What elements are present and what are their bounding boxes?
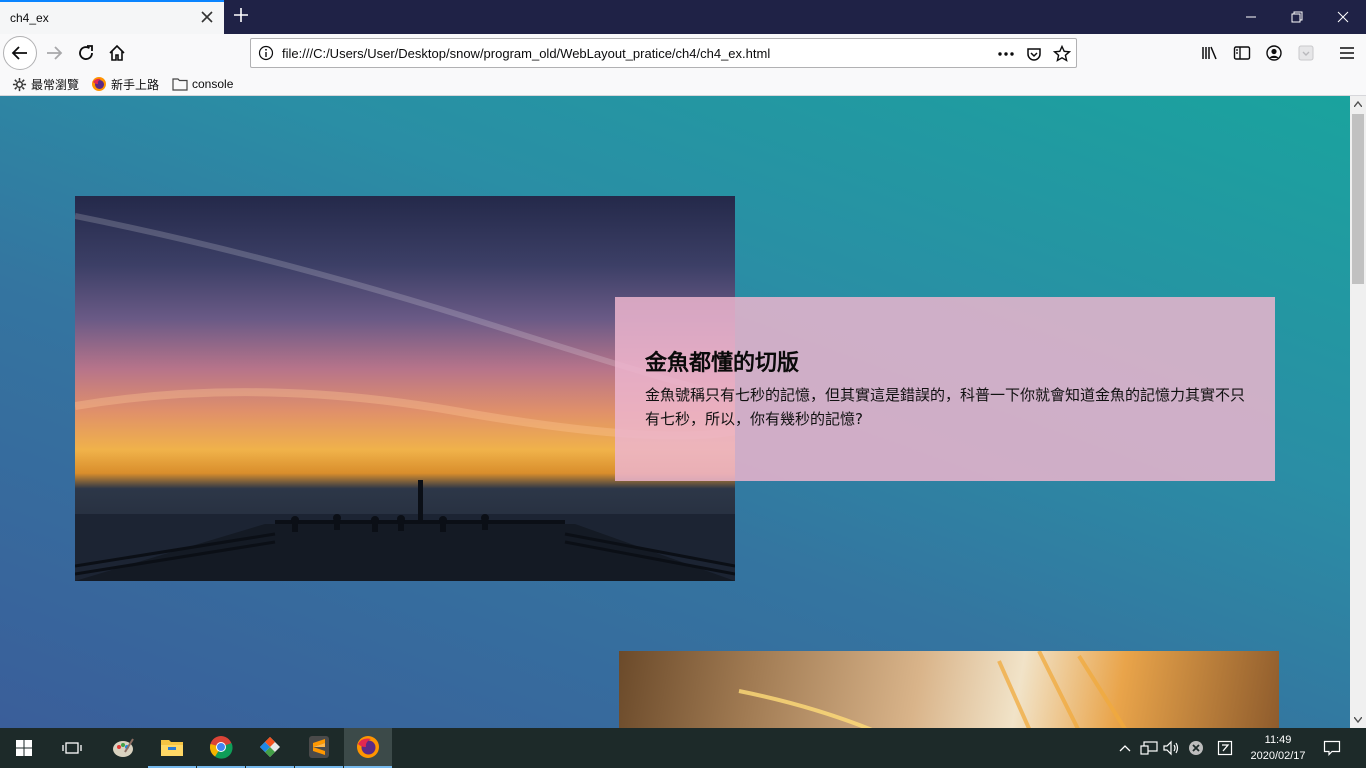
url-text[interactable]: file:///C:/Users/User/Desktop/snow/progr… <box>282 46 770 61</box>
firefox-icon <box>357 736 379 758</box>
info-icon[interactable] <box>258 45 274 61</box>
folder-icon <box>161 740 183 756</box>
windows-taskbar: 11:49 2020/02/17 <box>0 728 1366 768</box>
folder-icon <box>172 78 188 91</box>
forward-arrow-icon <box>47 46 63 60</box>
sublime-text-icon <box>309 736 329 758</box>
restore-button[interactable] <box>1274 0 1320 34</box>
pocket-icon[interactable] <box>1025 45 1043 63</box>
error-status-icon[interactable] <box>1186 738 1206 758</box>
new-tab-button[interactable] <box>229 4 253 30</box>
show-hidden-icons-chevron-icon[interactable] <box>1115 738 1135 758</box>
action-center-icon[interactable] <box>1322 738 1342 758</box>
sidebar-icon[interactable] <box>1232 43 1252 63</box>
info-card: 金魚都懂的切版 金魚號稱只有七秒的記憶，但其實這是錯誤的，科普一下你就會知道金魚… <box>615 297 1275 481</box>
scrollbar-thumb[interactable] <box>1352 114 1364 284</box>
minimize-button[interactable] <box>1228 0 1274 34</box>
reload-icon <box>79 45 93 60</box>
firefox-icon <box>92 77 106 91</box>
bookmark-label: 最常瀏覽 <box>31 77 80 92</box>
bookmark-getting-started[interactable]: 新手上路 <box>91 75 159 93</box>
paint-palette-icon <box>113 738 134 757</box>
system-clock[interactable]: 11:49 2020/02/17 <box>1244 732 1312 764</box>
sublime-text-app[interactable] <box>295 728 343 768</box>
vertical-scrollbar[interactable] <box>1350 96 1366 728</box>
page-content: 金魚都懂的切版 金魚號稱只有七秒的記憶，但其實這是錯誤的，科普一下你就會知道金魚… <box>0 96 1350 728</box>
volume-icon[interactable] <box>1162 738 1182 758</box>
bookmark-most-visited[interactable]: 最常瀏覽 <box>12 75 79 93</box>
clock-time: 11:49 <box>1264 734 1292 746</box>
clock-date: 2020/02/17 <box>1250 750 1306 762</box>
chrome-app[interactable] <box>197 728 245 768</box>
start-button[interactable] <box>0 728 48 768</box>
tab-title: ch4_ex <box>10 11 49 25</box>
plant-closeup-photo <box>619 651 1279 728</box>
bookmarks-toolbar: 最常瀏覽 新手上路 console <box>0 72 1366 96</box>
task-view-icon <box>62 742 82 754</box>
home-button[interactable] <box>101 37 133 69</box>
account-icon[interactable] <box>1264 43 1284 63</box>
bookmark-star-icon[interactable] <box>1053 45 1071 63</box>
back-arrow-icon <box>11 46 27 60</box>
task-view-button[interactable] <box>48 728 96 768</box>
bookmark-console-folder[interactable]: console <box>172 75 233 93</box>
close-tab-icon[interactable] <box>198 9 216 27</box>
tab-ch4-ex[interactable]: ch4_ex <box>0 0 224 34</box>
windows-logo-icon <box>16 740 32 756</box>
git-diamond-icon <box>260 737 280 757</box>
card-text: 金魚號稱只有七秒的記憶，但其實這是錯誤的，科普一下你就會知道金魚的記憶力其實不只… <box>645 386 1246 428</box>
navigation-toolbar: file:///C:/Users/User/Desktop/snow/progr… <box>0 34 1366 72</box>
menu-icon[interactable] <box>1337 43 1357 63</box>
forward-button[interactable] <box>38 37 70 69</box>
back-button[interactable] <box>3 36 37 70</box>
scroll-up-arrow-icon[interactable] <box>1350 96 1366 112</box>
home-icon <box>109 44 125 61</box>
bookmark-label: console <box>192 77 234 91</box>
extension-icon[interactable] <box>1296 43 1316 63</box>
reload-button[interactable] <box>70 37 102 69</box>
page-actions-icon[interactable] <box>997 45 1015 63</box>
firefox-app[interactable] <box>344 728 392 768</box>
scroll-down-arrow-icon[interactable] <box>1350 712 1366 728</box>
bookmark-label: 新手上路 <box>111 77 160 92</box>
paint-app[interactable] <box>99 728 147 768</box>
close-window-button[interactable] <box>1320 0 1366 34</box>
network-icon[interactable] <box>1139 738 1159 758</box>
library-icon[interactable] <box>1200 43 1220 63</box>
git-app[interactable] <box>246 728 294 768</box>
tab-bar: ch4_ex <box>0 0 1366 34</box>
chrome-icon <box>209 736 233 759</box>
card-title: 金魚都懂的切版 <box>645 351 800 376</box>
url-bar[interactable]: file:///C:/Users/User/Desktop/snow/progr… <box>250 38 1077 68</box>
file-explorer-app[interactable] <box>148 728 196 768</box>
gear-icon <box>12 77 27 91</box>
input-method-icon[interactable] <box>1215 738 1235 758</box>
